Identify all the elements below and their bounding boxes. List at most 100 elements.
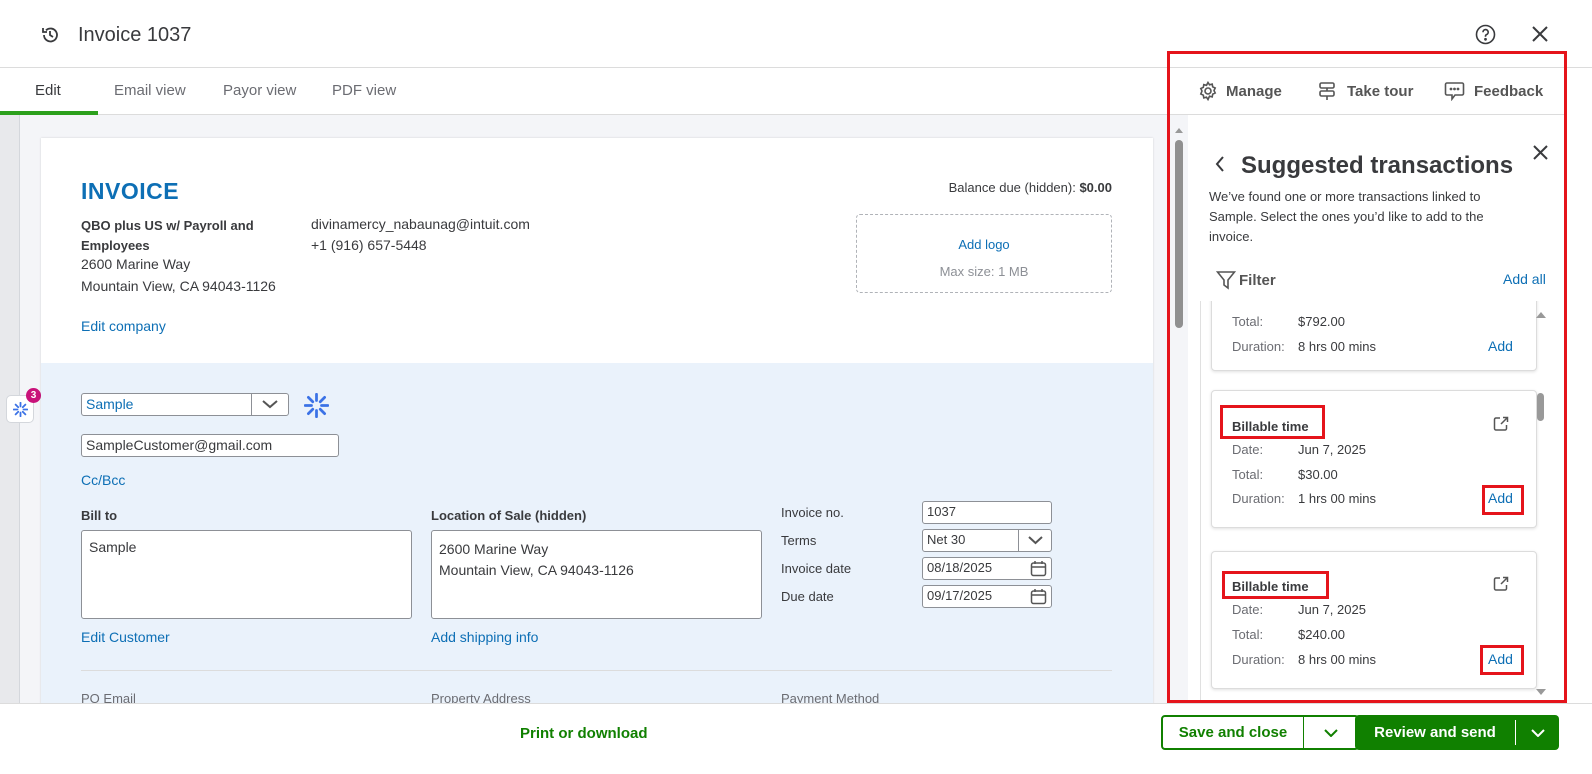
add-all-link[interactable]: Add all [1503, 271, 1546, 287]
duration-row: Duration: 8 hrs 00 mins [1232, 339, 1377, 354]
balance-value: $0.00 [1079, 180, 1112, 195]
due-date-label: Due date [781, 589, 834, 604]
transaction-card: Total: $792.00 Duration: 8 hrs 00 mins Add [1211, 301, 1537, 371]
date-row: Date: Jun 7, 2025 [1232, 602, 1366, 617]
ai-assist-button[interactable]: 3 [6, 388, 41, 423]
invoice-date-input[interactable]: 08/18/2025 [922, 557, 1052, 580]
divider [81, 670, 1112, 671]
calendar-icon[interactable] [1030, 588, 1047, 605]
balance-due: Balance due (hidden): $0.00 [949, 180, 1112, 195]
manage-button[interactable]: Manage [1198, 81, 1282, 101]
total-row: Total: $30.00 [1232, 467, 1338, 482]
tab-email-view[interactable]: Email view [114, 82, 186, 99]
tab-pdf-view[interactable]: PDF view [332, 82, 396, 99]
date-row: Date: Jun 7, 2025 [1232, 442, 1366, 457]
footer-bar: Print or download Save and close Review … [0, 703, 1592, 774]
list-scrollbar-thumb[interactable] [1537, 393, 1544, 421]
location-line2: Mountain View, CA 94043-1126 [439, 562, 634, 578]
chevron-down-icon[interactable] [1018, 530, 1051, 551]
terms-value: Net 30 [927, 532, 966, 547]
chevron-down-icon[interactable] [251, 394, 288, 415]
add-transaction-link[interactable]: Add [1488, 651, 1513, 667]
date-value: Jun 7, 2025 [1298, 442, 1366, 457]
location-textarea[interactable]: 2600 Marine Way Mountain View, CA 94043-1… [431, 530, 762, 619]
company-address-line2: Mountain View, CA 94043-1126 [81, 278, 276, 294]
payment-method-label: Payment Method [781, 691, 880, 703]
gear-icon [1199, 81, 1217, 101]
filter-button[interactable]: Filter [1216, 270, 1276, 290]
notification-badge: 3 [26, 388, 41, 403]
duration-row: Duration: 8 hrs 00 mins [1232, 652, 1377, 667]
terms-label: Terms [781, 533, 817, 548]
help-icon[interactable] [1475, 24, 1496, 45]
transaction-card: Billable time Date: Jun 7, 2025 Total: $24… [1211, 551, 1537, 689]
feedback-button[interactable]: Feedback [1444, 81, 1543, 101]
tab-edit[interactable]: Edit [35, 82, 61, 99]
terms-select[interactable]: Net 30 [922, 529, 1052, 552]
take-tour-button[interactable]: Take tour [1317, 81, 1413, 101]
total-value: $792.00 [1298, 314, 1345, 329]
list-scrollbar[interactable] [1535, 301, 1547, 703]
company-phone: +1 (916) 657-5448 [311, 237, 427, 253]
bill-to-label: Bill to [81, 508, 118, 523]
add-transaction-link[interactable]: Add [1488, 338, 1513, 354]
company-name: QBO plus US w/ Payroll and Employees [81, 218, 254, 253]
panel-toolbar: Manage Take tour Feedback [1170, 68, 1566, 115]
scrollbar-thumb[interactable] [1175, 140, 1183, 328]
save-and-close-button[interactable]: Save and close [1161, 715, 1359, 750]
bill-to-textarea[interactable]: Sample [81, 530, 412, 619]
calendar-icon[interactable] [1030, 560, 1047, 577]
tab-payor-view[interactable]: Payor view [223, 82, 296, 99]
date-value: Jun 7, 2025 [1298, 602, 1366, 617]
invoice-no-input[interactable]: 1037 [922, 501, 1052, 524]
review-and-send-button[interactable]: Review and send [1355, 715, 1559, 750]
customer-select[interactable]: Sample [81, 393, 289, 416]
total-row: Total: $792.00 [1232, 314, 1345, 329]
close-icon[interactable] [1532, 26, 1548, 42]
add-logo-dropzone[interactable]: Add logo Max size: 1 MB [856, 214, 1112, 293]
customer-section: Sample SampleCustomer@gmail.com Cc/Bcc B… [41, 363, 1153, 703]
balance-label: Balance due (hidden): [948, 180, 1076, 195]
signpost-icon [1319, 82, 1335, 100]
edit-company-link[interactable]: Edit company [81, 318, 166, 334]
manage-label: Manage [1226, 82, 1282, 100]
chevron-down-icon[interactable] [1515, 720, 1559, 745]
invoice-date-value: 08/18/2025 [927, 560, 993, 575]
suggested-transactions-panel: Manage Take tour Feedback Suggested tran… [1170, 68, 1566, 703]
open-external-icon[interactable] [1493, 416, 1509, 432]
print-download-link[interactable]: Print or download [520, 725, 648, 742]
invoice-no-label: Invoice no. [781, 505, 844, 520]
panel-close-icon[interactable] [1533, 145, 1548, 160]
main-scrollbar[interactable] [1170, 115, 1188, 703]
edit-customer-link[interactable]: Edit Customer [81, 629, 170, 645]
filter-icon [1216, 271, 1236, 290]
duration-value: 8 hrs 00 mins [1298, 339, 1377, 354]
invoice-date-label: Invoice date [781, 561, 852, 576]
header: Invoice 1037 [0, 0, 1592, 68]
history-icon[interactable] [40, 25, 60, 45]
invoice-canvas: 3 INVOICE QBO plus US w/ Payroll and Emp… [0, 115, 1170, 703]
total-value: $240.00 [1298, 627, 1345, 642]
back-icon[interactable] [1214, 155, 1226, 173]
total-value: $30.00 [1298, 467, 1338, 482]
duration-value: 8 hrs 00 mins [1298, 652, 1377, 667]
panel-title: Suggested transactions [1241, 152, 1514, 179]
due-date-input[interactable]: 09/17/2025 [922, 585, 1052, 608]
transactions-list: Total: $792.00 Duration: 8 hrs 00 mins Add… [1200, 301, 1550, 703]
panel-description: We’ve found one or more transactions lin… [1209, 189, 1484, 244]
add-transaction-link[interactable]: Add [1488, 490, 1513, 506]
add-logo-link[interactable]: Add logo [857, 237, 1111, 252]
add-shipping-link[interactable]: Add shipping info [431, 629, 538, 645]
cc-bcc-link[interactable]: Cc/Bcc [81, 472, 125, 488]
location-line1: 2600 Marine Way [439, 541, 549, 557]
open-external-icon[interactable] [1493, 576, 1509, 592]
transaction-title: Billable time [1232, 579, 1309, 594]
save-close-label: Save and close [1178, 724, 1288, 741]
property-address-label: Property Address [431, 691, 531, 703]
customer-value: Sample [86, 396, 134, 412]
company-address-line1: 2600 Marine Way [81, 256, 191, 272]
total-row: Total: $240.00 [1232, 627, 1345, 642]
customer-email-input[interactable]: SampleCustomer@gmail.com [81, 434, 339, 457]
chevron-down-icon[interactable] [1303, 717, 1357, 748]
duration-row: Duration: 1 hrs 00 mins [1232, 491, 1377, 506]
